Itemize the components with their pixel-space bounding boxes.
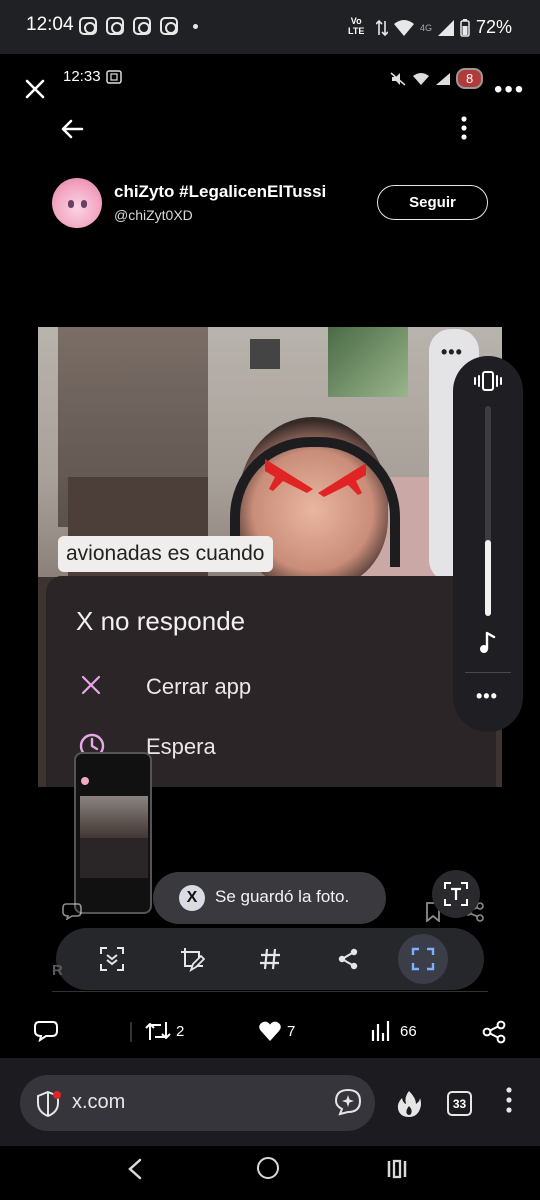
views-count: 66 (400, 1023, 417, 1040)
user-name[interactable]: chiZyto #LegalicenElTussi (114, 182, 326, 202)
draw-edit-icon[interactable] (174, 941, 210, 977)
screenshot-status-icon (106, 70, 122, 84)
tabs-count-button[interactable]: 33 (447, 1091, 472, 1116)
close-icon[interactable] (22, 76, 48, 102)
system-nav-bar (0, 1146, 540, 1200)
wifi-icon (413, 72, 429, 85)
browser-toolbar: x.com 33 (0, 1058, 540, 1146)
mute-icon (390, 71, 406, 86)
vibrate-icon[interactable] (473, 370, 503, 392)
music-note-icon[interactable] (479, 631, 497, 655)
volume-panel: ••• (453, 356, 523, 732)
heart-icon[interactable] (258, 1020, 282, 1042)
instagram-notification-icon (160, 17, 178, 35)
reply-icon[interactable] (34, 1020, 58, 1042)
status-time: 12:04 (26, 14, 74, 35)
retweet-icon[interactable] (145, 1020, 171, 1042)
wifi-icon (394, 19, 414, 36)
shield-icon[interactable] (34, 1090, 62, 1118)
dialog-title: X no responde (76, 606, 246, 636)
saved-toast: X Se guardó la foto. (153, 872, 386, 924)
url-text[interactable]: x.com (72, 1091, 125, 1114)
close-app-option[interactable]: Cerrar app (146, 674, 251, 700)
retweet-count: 2 (176, 1023, 185, 1040)
network-type: 4G (420, 22, 433, 33)
share-icon[interactable] (482, 1020, 506, 1044)
hashtag-icon[interactable] (252, 941, 288, 977)
divider (52, 991, 488, 992)
close-icon[interactable] (80, 674, 102, 696)
instagram-notification-icon (133, 17, 151, 35)
user-handle[interactable]: @chiZyt0XD (114, 207, 193, 223)
text-extract-icon[interactable] (432, 870, 480, 918)
views-icon[interactable] (371, 1020, 391, 1042)
wait-option[interactable]: Espera (146, 734, 216, 760)
scroll-capture-icon[interactable] (94, 941, 130, 977)
media-caption: avionadas es cuando (58, 536, 273, 572)
toast-message: Se guardó la foto. (215, 887, 350, 906)
divider (465, 672, 511, 673)
avatar[interactable] (52, 178, 102, 228)
nav-recents-icon[interactable] (386, 1158, 408, 1180)
more-vertical-icon[interactable] (505, 1086, 513, 1114)
more-vertical-icon[interactable] (454, 114, 474, 142)
address-bar[interactable]: x.com (20, 1075, 375, 1131)
airplane-icon (265, 459, 313, 493)
share-icon[interactable] (330, 941, 366, 977)
post-action-bar: 2 7 66 (0, 1010, 540, 1054)
airplane-icon (318, 463, 366, 497)
nav-home-icon[interactable] (257, 1157, 279, 1179)
reply-icon (62, 903, 82, 920)
battery-percent: 72% (476, 17, 513, 37)
nav-back-icon[interactable] (126, 1158, 144, 1180)
separator (130, 1022, 132, 1042)
status-bar: 12:04 Vo LTE 4G 72% (0, 0, 540, 54)
assistant-icon[interactable] (334, 1088, 362, 1116)
media-more-icon[interactable]: ••• (441, 342, 463, 363)
battery-badge: 8 (456, 68, 484, 89)
cell-signal-icon (436, 72, 450, 85)
screenshot-toolbar (56, 928, 484, 990)
back-arrow-icon[interactable] (60, 116, 86, 142)
reply-prefix: R (52, 962, 63, 979)
more-notifications-dot (193, 24, 198, 29)
volume-level (485, 540, 491, 616)
screenshot-thumbnail[interactable] (74, 752, 152, 914)
fire-icon[interactable] (396, 1090, 422, 1118)
instagram-notification-icon (106, 17, 124, 35)
crop-icon[interactable] (398, 934, 448, 984)
signal-group: 4G 72% (376, 17, 512, 38)
cell-signal-icon (438, 19, 455, 36)
inner-status-icons: 8 (390, 68, 484, 89)
x-logo-icon: X (179, 885, 205, 911)
volume-more-icon[interactable]: ••• (476, 686, 498, 707)
data-arrows-icon (376, 19, 388, 36)
volte-icon: Vo LTE (348, 16, 365, 36)
instagram-notification-icon (79, 17, 97, 35)
viewer-more-icon[interactable]: ••• (494, 76, 525, 104)
like-count: 7 (287, 1023, 296, 1040)
inner-status-time: 12:33 (63, 68, 101, 85)
battery-icon (460, 18, 470, 37)
follow-button[interactable]: Seguir (377, 185, 488, 220)
